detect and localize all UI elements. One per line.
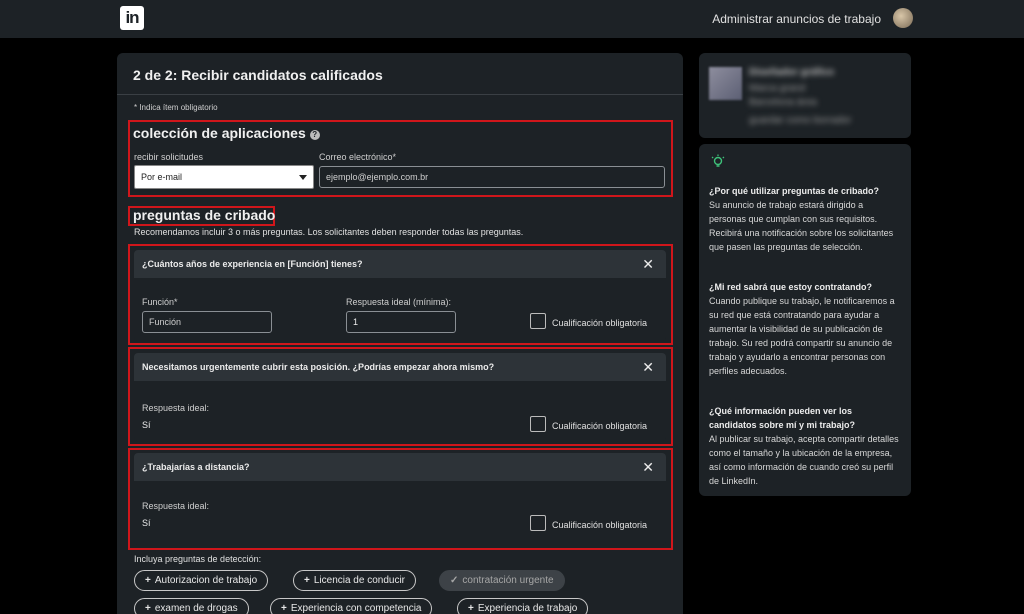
add-work-experience-pill[interactable]: + Experiencia de trabajo [457, 598, 589, 614]
question-card-1: ¿Cuántos años de experiencia en [Función… [134, 250, 666, 341]
question-header: ¿Cuántos años de experiencia en [Función… [134, 250, 666, 278]
lightbulb-icon [711, 154, 725, 167]
linkedin-logo[interactable]: in [120, 6, 144, 30]
ideal-answer-value: Sí [142, 518, 151, 528]
urgent-hiring-pill[interactable]: ✓ contratación urgente [439, 570, 565, 591]
help-icon[interactable]: ? [309, 130, 320, 140]
close-icon[interactable]: ✕ [642, 257, 654, 271]
screening-recommendation: Recomendamos incluir 3 o más preguntas. … [134, 227, 524, 237]
user-avatar[interactable] [893, 8, 913, 28]
receive-applications-label: recibir solicitudes [134, 152, 204, 162]
plus-icon: + [281, 603, 287, 614]
plus-icon: + [145, 603, 151, 614]
tip-question: ¿Qué información pueden ver los candidat… [709, 406, 856, 430]
question-text: ¿Cuántos años de experiencia en [Función… [142, 259, 363, 269]
tips-card: ¿Por qué utilizar preguntas de cribado? … [699, 144, 911, 496]
ideal-answer-label: Respuesta ideal: [142, 501, 210, 511]
application-collection-title: colección de aplicaciones? [133, 125, 320, 141]
application-collection-title-text: colección de aplicaciones [133, 125, 306, 141]
email-field[interactable]: ejemplo@ejemplo.com.br [319, 166, 665, 188]
tip-network-notified: ¿Mi red sabrá que estoy contratando? Cua… [709, 280, 901, 378]
pill-label: Autorizacion de trabajo [154, 575, 258, 586]
title-divider [117, 94, 683, 95]
company-logo [709, 67, 742, 100]
pill-label: contratación urgente [462, 575, 554, 586]
job-title: Diseñador gráfico [749, 67, 835, 78]
job-location: Barcelona área [749, 97, 817, 108]
include-questions-label: Incluya preguntas de detección: [134, 554, 262, 564]
tip-screening-why: ¿Por qué utilizar preguntas de cribado? … [709, 184, 901, 254]
page-title: 2 de 2: Recibir candidatos calificados [133, 67, 383, 83]
plus-icon: + [304, 575, 310, 586]
company-name: Marca grand [749, 83, 806, 94]
required-qualification-label: Cualificación obligatoria [552, 421, 648, 431]
pill-label: Experiencia de trabajo [477, 603, 578, 614]
function-field[interactable]: Función [142, 311, 272, 333]
function-placeholder: Función [149, 317, 182, 327]
required-qualification-checkbox[interactable] [530, 416, 546, 432]
receive-applications-value: Por e-mail [141, 172, 183, 182]
tip-answer: Cuando publique su trabajo, le notificar… [709, 296, 895, 376]
top-navigation-bar: in Administrar anuncios de trabajo [0, 0, 1024, 38]
ideal-answer-label: Respuesta ideal: [142, 403, 210, 413]
question-card-2: Necesitamos urgentemente cubrir esta pos… [134, 353, 666, 441]
add-drug-test-pill[interactable]: + examen de drogas [134, 598, 249, 614]
save-draft-link[interactable]: guardar como borrador [749, 115, 851, 126]
tip-answer: Al publicar su trabajo, acepta compartir… [709, 434, 899, 486]
ideal-answer-value: 1 [353, 317, 359, 327]
plus-icon: + [145, 575, 151, 586]
tip-candidate-visibility: ¿Qué información pueden ver los candidat… [709, 404, 901, 488]
function-label: Función* [142, 297, 178, 307]
screening-title: preguntas de cribado [133, 207, 276, 223]
close-icon[interactable]: ✕ [642, 360, 654, 374]
question-text: ¿Trabajarías a distancia? [142, 462, 250, 472]
question-header: Necesitamos urgentemente cubrir esta pos… [134, 353, 666, 381]
required-qualification-label: Cualificación obligatoria [552, 318, 648, 328]
receive-applications-select[interactable]: Por e-mail [134, 165, 314, 189]
required-qualification-label: Cualificación obligatoria [552, 520, 648, 530]
ideal-answer-value: Sí [142, 420, 151, 430]
tip-answer: Su anuncio de trabajo estará dirigido a … [709, 200, 894, 252]
pill-label: examen de drogas [154, 603, 238, 614]
tip-question: ¿Por qué utilizar preguntas de cribado? [709, 186, 880, 196]
pill-label: Licencia de conducir [313, 575, 406, 586]
chevron-down-icon [299, 175, 307, 180]
job-summary-card: Diseñador gráfico Marca grand Barcelona … [699, 53, 911, 138]
tip-question: ¿Mi red sabrá que estoy contratando? [709, 282, 873, 292]
question-header: ¿Trabajarías a distancia? ✕ [134, 453, 666, 481]
email-label: Correo electrónico* [319, 152, 397, 162]
screening-form-panel: 2 de 2: Recibir candidatos calificados *… [117, 53, 683, 614]
required-qualification-checkbox[interactable] [530, 313, 546, 329]
question-card-3: ¿Trabajarías a distancia? ✕ Respuesta id… [134, 453, 666, 545]
add-driver-license-pill[interactable]: + Licencia de conducir [293, 570, 417, 591]
checkmark-icon: ✓ [450, 575, 459, 586]
required-qualification-checkbox[interactable] [530, 515, 546, 531]
add-work-authorization-pill[interactable]: + Autorizacion de trabajo [134, 570, 269, 591]
required-note: * Indica ítem obligatorio [134, 103, 218, 112]
ideal-answer-label: Respuesta ideal (mínima): [346, 297, 452, 307]
manage-job-posts-link[interactable]: Administrar anuncios de trabajo [712, 12, 881, 26]
pill-label: Experiencia con competencia [290, 603, 422, 614]
ideal-answer-field[interactable]: 1 [346, 311, 456, 333]
add-skill-experience-pill[interactable]: + Experiencia con competencia [270, 598, 433, 614]
question-text: Necesitamos urgentemente cubrir esta pos… [142, 362, 495, 372]
close-icon[interactable]: ✕ [642, 460, 654, 474]
email-placeholder: ejemplo@ejemplo.com.br [326, 172, 429, 182]
plus-icon: + [468, 603, 474, 614]
